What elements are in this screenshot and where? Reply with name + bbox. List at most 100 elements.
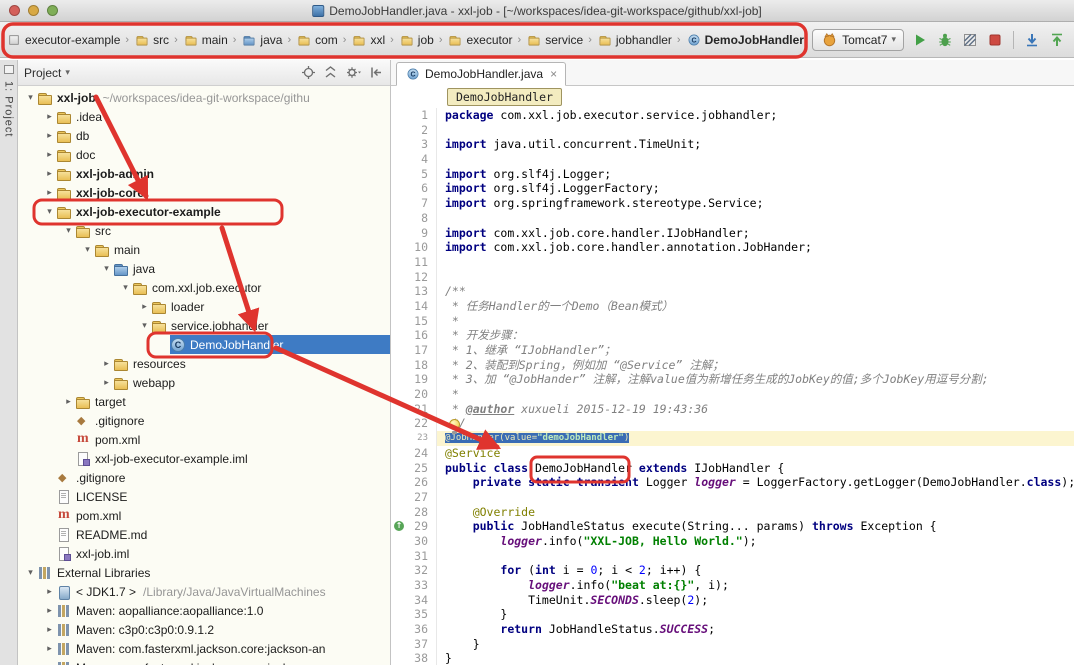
line-number[interactable]: 9 — [391, 226, 437, 241]
line-number[interactable]: 1 — [391, 108, 437, 123]
expand-toggle-icon[interactable]: ▾ — [43, 206, 56, 217]
run-configuration-select[interactable]: Tomcat7 ▾ — [812, 29, 904, 51]
expand-toggle-icon[interactable]: ▸ — [43, 187, 56, 198]
code-line[interactable]: 26 private static transient Logger logge… — [391, 475, 1074, 490]
expand-toggle-icon[interactable]: ▾ — [119, 282, 132, 293]
line-number[interactable]: 26 — [391, 475, 437, 490]
code-line[interactable]: 28 @Override — [391, 505, 1074, 520]
line-number[interactable]: 8 — [391, 211, 437, 226]
code-line[interactable]: 38} — [391, 651, 1074, 665]
expand-toggle-icon[interactable]: ▾ — [100, 263, 113, 274]
stop-button[interactable] — [986, 31, 1004, 49]
breadcrumb-item[interactable]: service — [524, 31, 585, 49]
line-number[interactable]: 23 — [391, 431, 437, 446]
code-line[interactable]: 1package com.xxl.job.executor.service.jo… — [391, 108, 1074, 123]
line-number[interactable]: 2 — [391, 123, 437, 138]
code-line[interactable]: 32 for (int i = 0; i < 2; i++) { — [391, 563, 1074, 578]
coverage-button[interactable] — [961, 31, 979, 49]
tree-item[interactable]: ▾xxl-job-executor-example — [18, 202, 390, 221]
collapse-all-icon[interactable] — [323, 65, 338, 80]
line-number[interactable]: 21 — [391, 402, 437, 417]
line-number[interactable]: 13 — [391, 284, 437, 299]
editor-tab[interactable]: DemoJobHandler.java × — [396, 62, 566, 86]
expand-toggle-icon[interactable]: ▾ — [138, 320, 151, 331]
expand-toggle-icon[interactable]: ▸ — [43, 149, 56, 160]
project-tool-tab[interactable]: 1: Project — [3, 81, 15, 137]
line-number[interactable]: 35 — [391, 607, 437, 622]
breadcrumb-item[interactable]: executor-example — [4, 31, 122, 49]
expand-toggle-icon[interactable]: ▾ — [62, 225, 75, 236]
expand-toggle-icon[interactable]: ▸ — [43, 130, 56, 141]
code-line[interactable]: 11 — [391, 255, 1074, 270]
expand-toggle-icon[interactable]: ▸ — [100, 377, 113, 388]
code-line[interactable]: 34 TimeUnit.SECONDS.sleep(2); — [391, 593, 1074, 608]
line-number[interactable]: 29↑ — [391, 519, 437, 534]
code-line[interactable]: 15 * — [391, 314, 1074, 329]
vcs-commit-button[interactable] — [1048, 31, 1066, 49]
window-zoom-button[interactable] — [47, 5, 58, 16]
code-line[interactable]: 6import org.slf4j.LoggerFactory; — [391, 181, 1074, 196]
code-line[interactable]: 30 logger.info("XXL-JOB, Hello World."); — [391, 534, 1074, 549]
code-line[interactable]: 35 } — [391, 607, 1074, 622]
tree-item[interactable]: ▾src — [18, 221, 390, 240]
tree-item[interactable]: ▸xxl-job-core — [18, 183, 390, 202]
tree-item[interactable]: ▸resources — [18, 354, 390, 373]
line-number[interactable]: 17 — [391, 343, 437, 358]
window-close-button[interactable] — [9, 5, 20, 16]
breadcrumb-item[interactable]: DemoJobHandler — [684, 31, 806, 49]
expand-toggle-icon[interactable]: ▸ — [138, 301, 151, 312]
tree-item[interactable]: .gitignore — [18, 468, 390, 487]
expand-toggle-icon[interactable]: ▾ — [24, 567, 37, 578]
line-number[interactable]: 28 — [391, 505, 437, 520]
locate-file-icon[interactable] — [301, 65, 316, 80]
breadcrumb-item[interactable]: jobhandler — [595, 31, 674, 49]
tree-item[interactable]: ▸loader — [18, 297, 390, 316]
tree-item[interactable]: xxl-job.iml — [18, 544, 390, 563]
line-number[interactable]: 36 — [391, 622, 437, 637]
run-button[interactable] — [911, 31, 929, 49]
expand-toggle-icon[interactable]: ▸ — [43, 605, 56, 616]
line-number[interactable]: 14 — [391, 299, 437, 314]
breadcrumb-item[interactable]: src — [132, 31, 171, 49]
tree-item[interactable]: ▸Maven: c3p0:c3p0:0.9.1.2 — [18, 620, 390, 639]
line-number[interactable]: 34 — [391, 593, 437, 608]
tree-item[interactable]: pom.xml — [18, 430, 390, 449]
code-line[interactable]: 16 * 开发步骤： — [391, 328, 1074, 343]
code-line[interactable]: 10import com.xxl.job.core.handler.annota… — [391, 240, 1074, 255]
code-line[interactable]: 23@JobHander(value="demoJobHandler") — [391, 431, 1074, 446]
line-number[interactable]: 31 — [391, 549, 437, 564]
tree-item[interactable]: ▾External Libraries — [18, 563, 390, 582]
breadcrumb-item[interactable]: job — [397, 31, 436, 49]
line-number[interactable]: 12 — [391, 270, 437, 285]
tree-item[interactable]: ▸doc — [18, 145, 390, 164]
line-number[interactable]: 7 — [391, 196, 437, 211]
line-number[interactable]: 37 — [391, 637, 437, 652]
intention-bulb-icon[interactable] — [449, 419, 460, 430]
code-line[interactable]: 4 — [391, 152, 1074, 167]
tree-item[interactable]: .gitignore — [18, 411, 390, 430]
close-tab-icon[interactable]: × — [550, 67, 557, 81]
line-number[interactable]: 27 — [391, 490, 437, 505]
expand-toggle-icon[interactable]: ▾ — [81, 244, 94, 255]
code-line[interactable]: 17 * 1、继承 “IJobHandler”； — [391, 343, 1074, 358]
code-line[interactable]: 36 return JobHandleStatus.SUCCESS; — [391, 622, 1074, 637]
code-line[interactable]: 18 * 2、装配到Spring，例如加 “@Service” 注解； — [391, 358, 1074, 373]
breadcrumb-item[interactable]: com — [294, 31, 340, 49]
code-line[interactable]: 29↑ public JobHandleStatus execute(Strin… — [391, 519, 1074, 534]
code-line[interactable]: 8 — [391, 211, 1074, 226]
line-number[interactable]: 4 — [391, 152, 437, 167]
code-line[interactable]: 5import org.slf4j.Logger; — [391, 167, 1074, 182]
window-minimize-button[interactable] — [28, 5, 39, 16]
tree-item[interactable]: ▾xxl-job~/workspaces/idea-git-workspace/… — [18, 88, 390, 107]
expand-toggle-icon[interactable]: ▸ — [43, 586, 56, 597]
expand-toggle-icon[interactable]: ▸ — [100, 358, 113, 369]
hide-panel-icon[interactable] — [369, 65, 384, 80]
line-number[interactable]: 20 — [391, 387, 437, 402]
tree-item[interactable]: README.md — [18, 525, 390, 544]
code-line[interactable]: 31 — [391, 549, 1074, 564]
line-number[interactable]: 30 — [391, 534, 437, 549]
expand-toggle-icon[interactable]: ▸ — [43, 111, 56, 122]
vcs-update-button[interactable] — [1023, 31, 1041, 49]
line-number[interactable]: 18 — [391, 358, 437, 373]
code-line[interactable]: 27 — [391, 490, 1074, 505]
